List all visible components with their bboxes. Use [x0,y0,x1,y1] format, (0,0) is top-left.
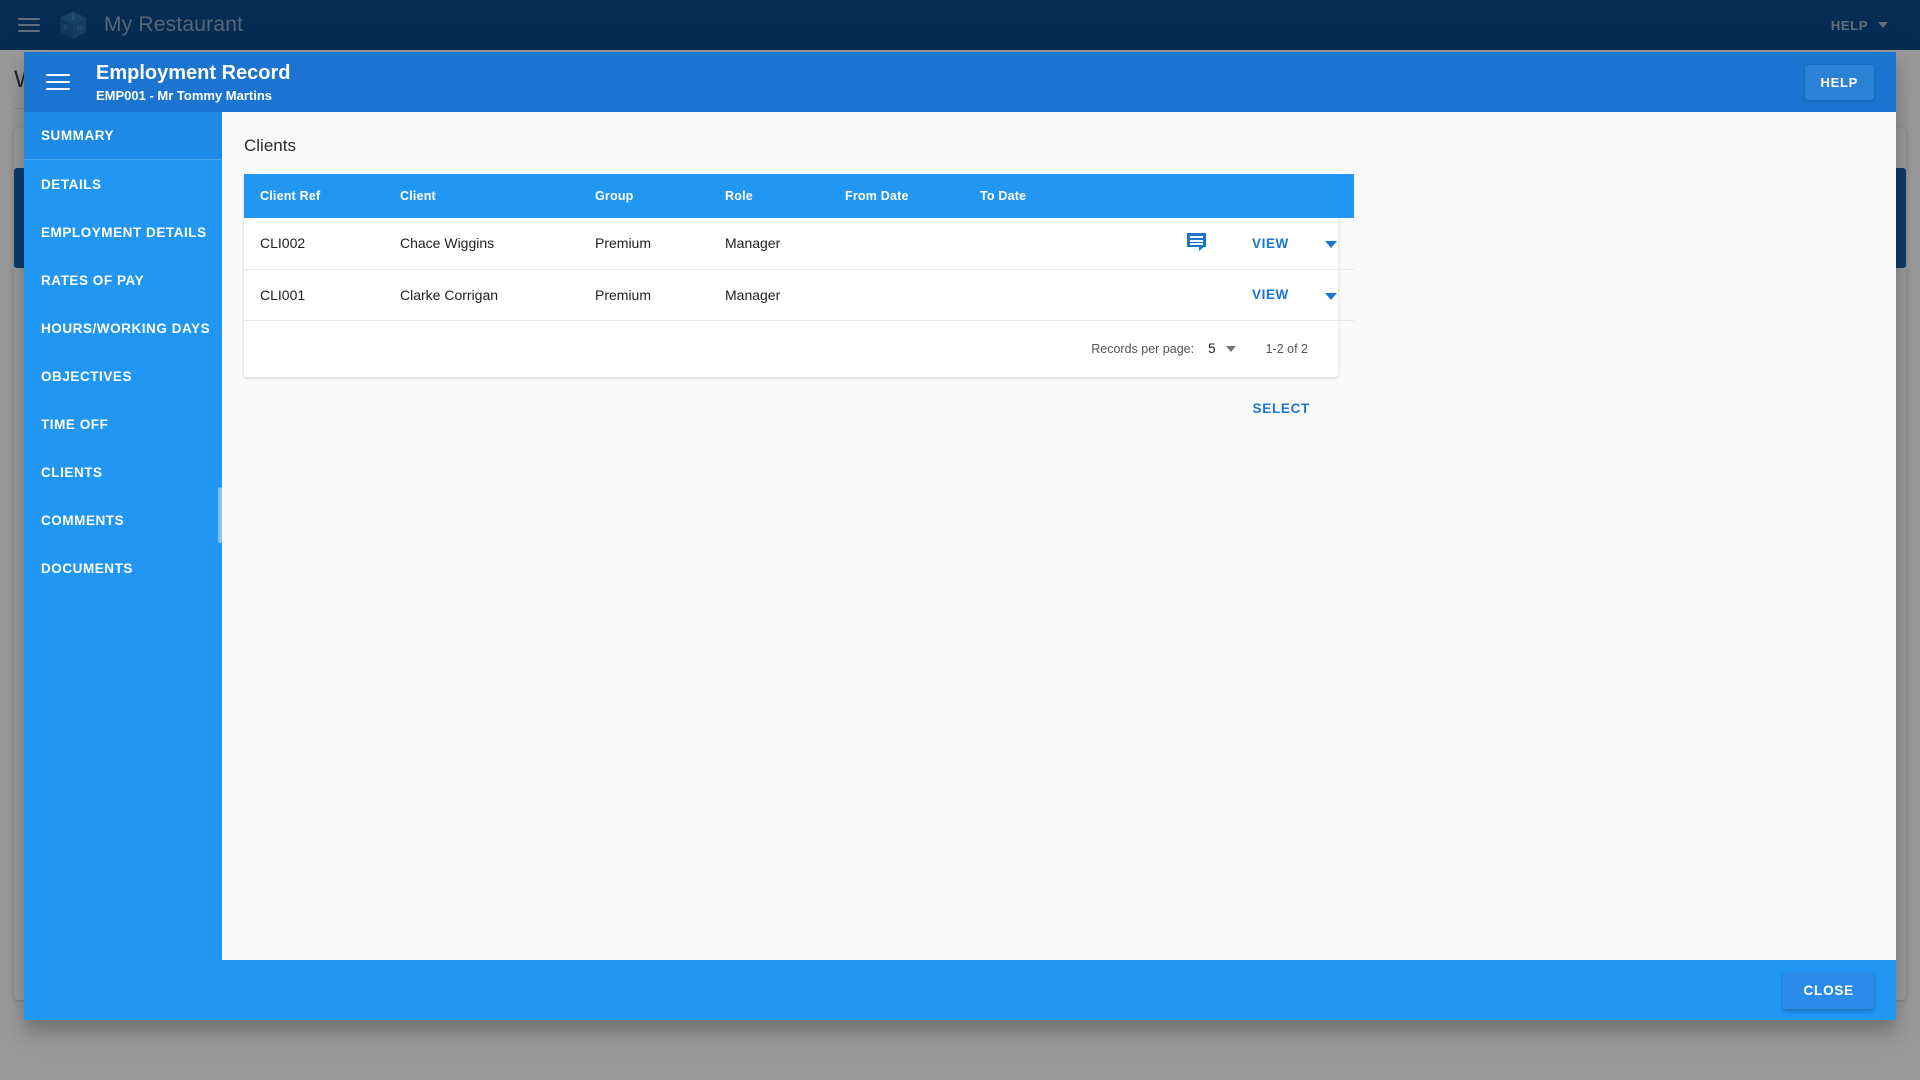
sidebar-item-label: SUMMARY [41,128,115,143]
sidebar-item-hours-working-days[interactable]: HOURS/WORKING DAYS [24,304,222,352]
column-header-expand [1308,174,1354,218]
sidebar-item-time-off[interactable]: TIME OFF [24,400,222,448]
sidebar-item-employment-details[interactable]: EMPLOYMENT DETAILS [24,208,222,256]
cell-client-ref: CLI001 [244,269,384,321]
cell-view-action: VIEW [1248,218,1308,270]
employment-record-dialog: Employment Record EMP001 - Mr Tommy Mart… [24,52,1896,1020]
select-button[interactable]: SELECT [1243,393,1320,424]
table-header-row: Client Ref Client Group Role From Date T… [244,174,1354,218]
sidebar-item-rates-of-pay[interactable]: RATES OF PAY [24,256,222,304]
table-body: CLI002 Chace Wiggins Premium Manager VIE… [244,218,1354,321]
column-header-from-date[interactable]: From Date [829,174,964,218]
dialog-title: Employment Record [96,61,291,84]
records-per-page-select[interactable]: 5 [1208,341,1216,356]
dialog-help-button[interactable]: HELP [1804,64,1874,100]
sidebar-item-details[interactable]: DETAILS [24,160,222,208]
cell-view-action: VIEW [1248,269,1308,321]
cell-expand-action [1308,269,1354,321]
cell-group: Premium [579,269,709,321]
column-header-to-date[interactable]: To Date [964,174,1144,218]
dialog-title-group: Employment Record EMP001 - Mr Tommy Mart… [96,62,290,103]
section-title: Clients [244,136,296,155]
table-row[interactable]: CLI001 Clarke Corrigan Premium Manager V… [244,269,1354,321]
sidebar-nav: SUMMARY DETAILS EMPLOYMENT DETAILS RATES… [24,112,222,960]
sidebar-item-label: RATES OF PAY [41,272,145,288]
clients-table: Client Ref Client Group Role From Date T… [244,174,1354,321]
column-header-comment [1144,174,1248,218]
dialog-body: SUMMARY DETAILS EMPLOYMENT DETAILS RATES… [24,112,1896,960]
cell-comment-indicator [1144,269,1248,321]
cell-from-date [829,218,964,270]
sidebar-item-summary[interactable]: SUMMARY [24,112,222,160]
column-header-client[interactable]: Client [384,174,579,218]
cell-to-date [964,269,1144,321]
view-button[interactable]: VIEW [1248,230,1293,257]
close-button[interactable]: CLOSE [1783,971,1874,1009]
cell-role: Manager [709,269,829,321]
sidebar-item-clients[interactable]: CLIENTS [24,448,222,496]
content-area: Clients Client Ref Client Group Role Fro… [222,112,1896,960]
table-head: Client Ref Client Group Role From Date T… [244,174,1354,218]
sidebar-item-label: DETAILS [41,176,102,192]
dialog-subtitle: EMP001 - Mr Tommy Martins [96,87,273,103]
comment-icon[interactable] [1186,233,1206,252]
cell-from-date [829,269,964,321]
column-header-group[interactable]: Group [579,174,709,218]
cell-client: Clarke Corrigan [384,269,579,321]
sidebar-item-objectives[interactable]: OBJECTIVES [24,352,222,400]
sidebar-item-label: DOCUMENTS [41,560,133,576]
paginator: Records per page: 5 1-2 of 2 [244,321,1338,377]
cell-expand-action [1308,218,1354,270]
records-per-page-label: Records per page: [1091,341,1195,356]
sidebar-item-label: OBJECTIVES [41,368,133,384]
cell-comment-indicator [1144,218,1248,270]
chevron-down-icon[interactable] [1325,241,1337,249]
sidebar-item-label: HOURS/WORKING DAYS [41,320,211,336]
chevron-down-icon[interactable] [1225,345,1236,352]
dialog-hamburger-menu-icon[interactable] [46,74,70,90]
dialog-header: Employment Record EMP001 - Mr Tommy Mart… [24,52,1896,112]
cell-to-date [964,218,1144,270]
column-header-client-ref[interactable]: Client Ref [244,174,384,218]
clients-table-card: Client Ref Client Group Role From Date T… [244,174,1354,377]
view-button[interactable]: VIEW [1248,281,1293,308]
table-row[interactable]: CLI002 Chace Wiggins Premium Manager VIE… [244,218,1354,270]
select-action-row: SELECT [244,377,1338,424]
cell-client-ref: CLI002 [244,218,384,270]
chevron-down-icon[interactable] [1325,292,1337,300]
sidebar-item-comments[interactable]: COMMENTS [24,496,222,544]
sidebar-scrollbar-thumb[interactable] [218,487,222,543]
cell-client: Chace Wiggins [384,218,579,270]
column-header-view [1248,174,1308,218]
cell-role: Manager [709,218,829,270]
column-header-role[interactable]: Role [709,174,829,218]
sidebar-item-documents[interactable]: DOCUMENTS [24,544,222,592]
sidebar-item-label: EMPLOYMENT DETAILS [41,224,207,240]
sidebar-item-label: TIME OFF [41,416,109,432]
dialog-footer: CLOSE [24,960,1896,1020]
pagination-range-label: 1-2 of 2 [1265,341,1308,356]
cell-group: Premium [579,218,709,270]
sidebar-item-label: COMMENTS [41,512,125,528]
sidebar-item-label: CLIENTS [41,464,103,480]
